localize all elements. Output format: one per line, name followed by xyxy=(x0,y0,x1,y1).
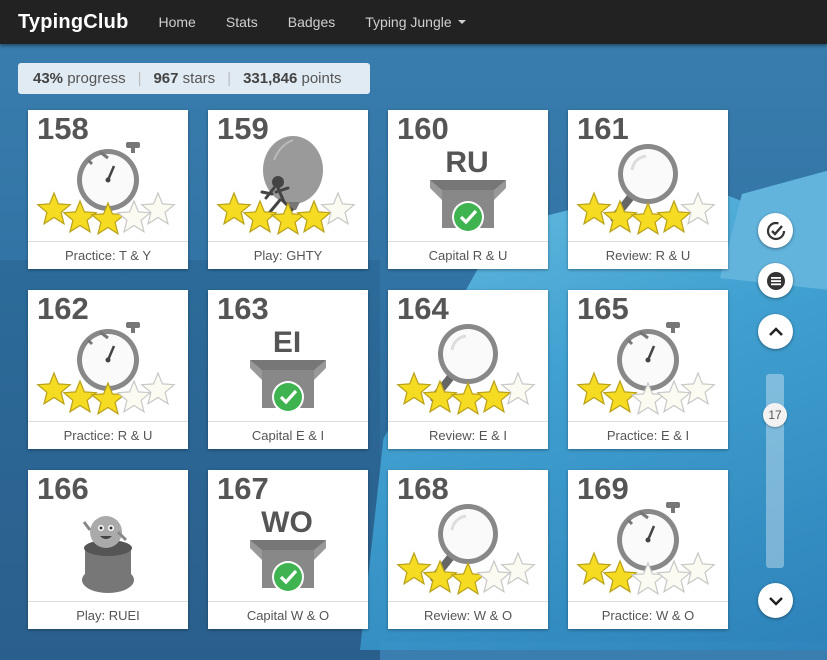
lesson-label: Review: R & U xyxy=(568,241,728,269)
svg-text:EI: EI xyxy=(273,326,301,359)
separator: | xyxy=(227,70,232,87)
points-label: points xyxy=(301,70,342,87)
lesson-number: 169 xyxy=(577,471,629,506)
star-filled-icon xyxy=(576,191,612,226)
nav-home[interactable]: Home xyxy=(159,14,196,30)
menu-icon xyxy=(766,271,785,290)
caret-down-icon xyxy=(457,20,466,24)
lesson-number: 162 xyxy=(37,291,89,326)
lesson-label: Capital W & O xyxy=(208,601,368,629)
nav-stats[interactable]: Stats xyxy=(226,14,258,30)
scroll-down-button[interactable] xyxy=(758,583,793,618)
lesson-card[interactable]: 165 Practice: E & I xyxy=(568,290,728,449)
stars-count: 967 xyxy=(153,70,179,87)
lesson-number: 166 xyxy=(37,471,89,506)
chevron-up-icon xyxy=(768,326,783,336)
lesson-label: Practice: T & Y xyxy=(28,241,188,269)
check-progress-button[interactable] xyxy=(758,213,793,248)
points-count: 331,846 xyxy=(243,70,298,87)
lesson-label: Practice: R & U xyxy=(28,421,188,449)
star-filled-icon xyxy=(396,551,432,586)
navbar: TypingClub Home Stats Badges Typing Jung… xyxy=(0,0,827,44)
lesson-label: Play: GHTY xyxy=(208,241,368,269)
lesson-card[interactable]: EI 163 Capital E & I xyxy=(208,290,368,449)
star-empty-icon xyxy=(320,191,356,226)
lesson-card[interactable]: WO 167 Capital W & O xyxy=(208,470,368,629)
lesson-card[interactable]: 161 Review: R & U xyxy=(568,110,728,269)
lesson-label: Capital E & I xyxy=(208,421,368,449)
star-filled-icon xyxy=(450,561,486,596)
star-empty-icon xyxy=(140,371,176,406)
lesson-number: 163 xyxy=(217,291,269,326)
lesson-number: 167 xyxy=(217,471,269,506)
lesson-card[interactable]: 164 Review: E & I xyxy=(388,290,548,449)
lesson-number: 160 xyxy=(397,111,449,146)
lesson-label: Review: E & I xyxy=(388,421,548,449)
chevron-down-icon xyxy=(768,596,783,606)
lesson-label: Play: RUEI xyxy=(28,601,188,629)
svg-text:WO: WO xyxy=(261,506,313,539)
svg-text:RU: RU xyxy=(445,146,488,179)
brand-logo[interactable]: TypingClub xyxy=(18,11,129,34)
separator: | xyxy=(137,70,142,87)
progress-label: progress xyxy=(67,70,126,87)
menu-button[interactable] xyxy=(758,263,793,298)
star-empty-icon xyxy=(500,371,536,406)
stars-label: stars xyxy=(182,70,216,87)
star-filled-icon xyxy=(36,371,72,406)
lesson-number: 164 xyxy=(397,291,449,326)
lesson-label: Capital R & U xyxy=(388,241,548,269)
lesson-number: 165 xyxy=(577,291,629,326)
lesson-card[interactable]: 168 Review: W & O xyxy=(388,470,548,629)
lesson-card[interactable]: RU 160 Capital R & U xyxy=(388,110,548,269)
progress-percent: 43% xyxy=(33,70,64,87)
nav-badges[interactable]: Badges xyxy=(288,14,335,30)
lesson-label: Practice: E & I xyxy=(568,421,728,449)
star-filled-icon xyxy=(450,381,486,416)
lesson-card[interactable]: 169 Practice: W & O xyxy=(568,470,728,629)
star-empty-icon xyxy=(680,371,716,406)
star-filled-icon xyxy=(396,371,432,406)
lesson-number: 168 xyxy=(397,471,449,506)
progress-summary: 43% progress | 967 stars | 331,846 point… xyxy=(18,63,370,94)
lesson-card[interactable]: 162 Practice: R & U xyxy=(28,290,188,449)
star-empty-icon xyxy=(680,191,716,226)
scroll-up-button[interactable] xyxy=(758,314,793,349)
star-filled-icon xyxy=(270,201,306,236)
star-filled-icon xyxy=(36,191,72,226)
lesson-label: Practice: W & O xyxy=(568,601,728,629)
lesson-number: 158 xyxy=(37,111,89,146)
nav-typing-jungle-label: Typing Jungle xyxy=(365,14,452,30)
star-filled-icon xyxy=(576,371,612,406)
lesson-card[interactable]: 166 Play: RUEI xyxy=(28,470,188,629)
star-empty-icon xyxy=(680,551,716,586)
lesson-number: 161 xyxy=(577,111,629,146)
star-filled-icon xyxy=(630,201,666,236)
check-circle-icon xyxy=(766,221,785,240)
star-filled-icon xyxy=(216,191,252,226)
star-empty-icon xyxy=(140,191,176,226)
lesson-label: Review: W & O xyxy=(388,601,548,629)
nav-typing-jungle-dropdown[interactable]: Typing Jungle xyxy=(365,14,466,30)
scroll-thumb[interactable]: 17 xyxy=(763,403,787,427)
star-empty-icon xyxy=(500,551,536,586)
star-filled-icon xyxy=(576,551,612,586)
lesson-number: 159 xyxy=(217,111,269,146)
lesson-card[interactable]: 158 Practice: T & Y xyxy=(28,110,188,269)
lesson-card[interactable]: 159 Play: GHTY xyxy=(208,110,368,269)
